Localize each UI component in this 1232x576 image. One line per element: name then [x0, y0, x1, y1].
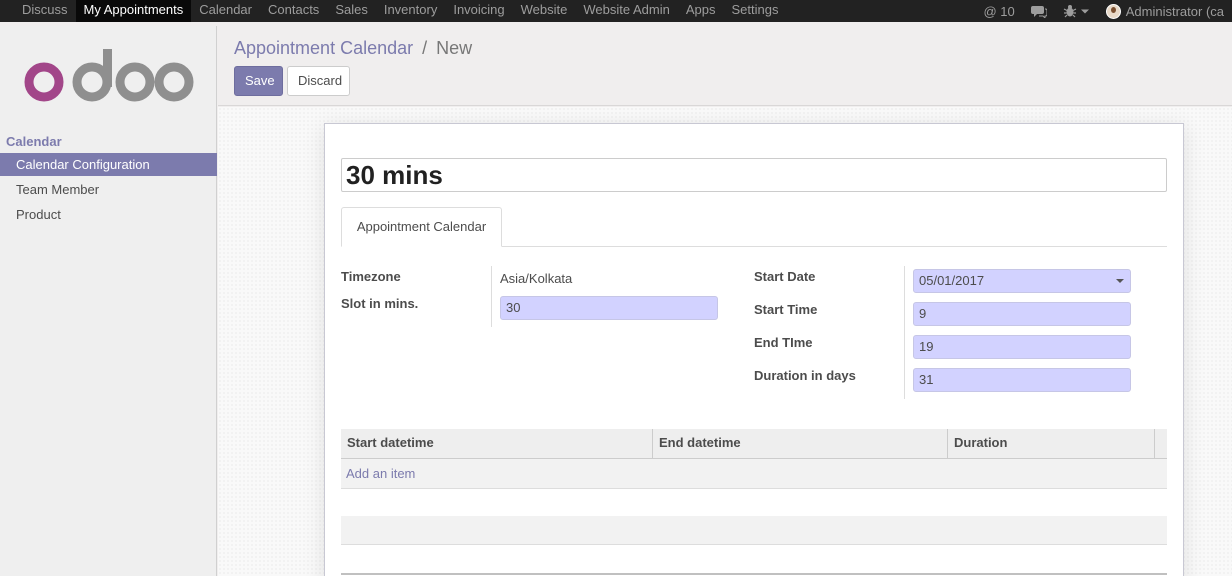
- caret-down-icon: [1080, 9, 1089, 14]
- discard-button[interactable]: Discard: [287, 66, 350, 96]
- start-time-label: Start Time: [754, 302, 818, 317]
- debug-menu[interactable]: [1055, 0, 1098, 22]
- menu-website-admin[interactable]: Website Admin: [575, 0, 677, 22]
- menu-sales[interactable]: Sales: [327, 0, 376, 22]
- breadcrumb-separator: /: [422, 38, 428, 58]
- group-divider-right: [904, 266, 905, 399]
- tab-appointment-calendar[interactable]: Appointment Calendar: [341, 207, 502, 247]
- sidebar: Calendar Calendar Configuration Team Mem…: [0, 26, 217, 576]
- chevron-down-icon: [1116, 279, 1124, 283]
- sidebar-section-calendar: Calendar: [6, 134, 62, 149]
- systray: @ 10 Administrator (ca: [975, 0, 1232, 22]
- table-row: [341, 489, 1167, 518]
- column-duration[interactable]: Duration: [948, 429, 1155, 458]
- slots-table-header: Start datetime End datetime Duration: [341, 429, 1167, 459]
- sidebar-item-calendar-configuration[interactable]: Calendar Configuration: [0, 153, 217, 176]
- breadcrumb-link[interactable]: Appointment Calendar: [234, 38, 413, 58]
- table-row: [341, 545, 1167, 574]
- slot-label: Slot in mins.: [341, 296, 419, 311]
- control-panel: Appointment Calendar / New Save Discard: [218, 26, 1232, 106]
- odoo-logo: [24, 49, 194, 102]
- group-divider: [491, 266, 492, 327]
- save-button[interactable]: Save: [234, 66, 283, 96]
- notifications-counter[interactable]: @ 10: [975, 0, 1022, 22]
- bug-icon: [1063, 5, 1077, 18]
- add-item-link[interactable]: Add an item: [346, 466, 415, 481]
- menu-calendar[interactable]: Calendar: [191, 0, 260, 22]
- user-menu[interactable]: Administrator (ca: [1098, 0, 1232, 22]
- table-footer-line: [341, 573, 1167, 575]
- end-time-label: End TIme: [754, 335, 813, 350]
- top-navbar: Discuss My Appointments Calendar Contact…: [0, 0, 1232, 22]
- table-row: [341, 516, 1167, 545]
- sidebar-item-product[interactable]: Product: [0, 203, 217, 226]
- user-name: Administrator (ca: [1125, 3, 1224, 19]
- form-sheet: 30 mins Appointment Calendar Timezone Sl…: [324, 123, 1184, 576]
- app-menu: Discuss My Appointments Calendar Contact…: [0, 0, 786, 22]
- chat-icon[interactable]: [1023, 0, 1055, 22]
- duration-input[interactable]: 31: [913, 368, 1131, 392]
- menu-my-appointments[interactable]: My Appointments: [75, 0, 192, 22]
- start-time-input[interactable]: 9: [913, 302, 1131, 326]
- menu-apps[interactable]: Apps: [678, 0, 724, 22]
- add-item-row: Add an item: [341, 459, 1167, 489]
- breadcrumb: Appointment Calendar / New: [234, 38, 472, 59]
- notebook-tabs: Appointment Calendar: [341, 207, 1167, 247]
- timezone-label: Timezone: [341, 269, 401, 284]
- name-field[interactable]: 30 mins: [341, 158, 1167, 192]
- menu-invoicing[interactable]: Invoicing: [445, 0, 512, 22]
- timezone-value[interactable]: Asia/Kolkata: [500, 271, 572, 286]
- column-start-datetime[interactable]: Start datetime: [341, 429, 653, 458]
- breadcrumb-current: New: [436, 38, 473, 58]
- form-view: 30 mins Appointment Calendar Timezone Sl…: [218, 107, 1232, 576]
- menu-discuss[interactable]: Discuss: [14, 0, 76, 22]
- menu-website[interactable]: Website: [513, 0, 576, 22]
- duration-label: Duration in days: [754, 368, 856, 383]
- sidebar-item-team-member[interactable]: Team Member: [0, 178, 217, 201]
- menu-settings[interactable]: Settings: [723, 0, 786, 22]
- start-date-value: 05/01/2017: [919, 273, 985, 288]
- menu-contacts[interactable]: Contacts: [260, 0, 327, 22]
- avatar: [1105, 3, 1121, 19]
- end-time-input[interactable]: 19: [913, 335, 1131, 359]
- start-date-select[interactable]: 05/01/2017: [913, 269, 1131, 293]
- column-end-datetime[interactable]: End datetime: [653, 429, 948, 458]
- menu-inventory[interactable]: Inventory: [376, 0, 445, 22]
- start-date-label: Start Date: [754, 269, 816, 284]
- slot-input[interactable]: 30: [500, 296, 718, 320]
